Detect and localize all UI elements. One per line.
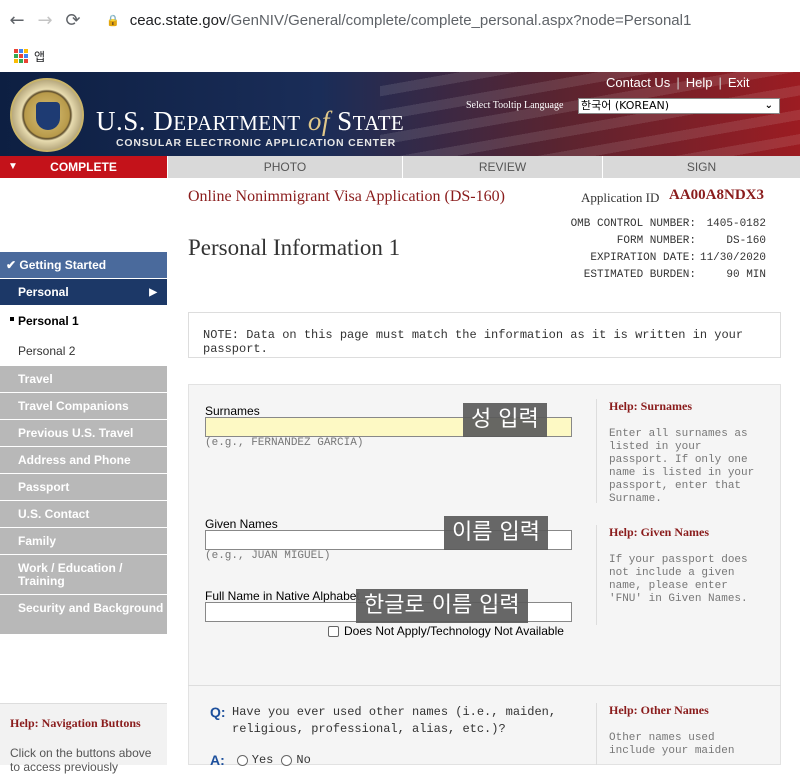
tooltip-language-value: 한국어 (KOREAN) xyxy=(581,99,670,112)
application-id: AA00A8NDX3 xyxy=(669,187,764,203)
bookmarks-bar: 앱 xyxy=(0,40,800,72)
surnames-hint: (e.g., FERNANDEZ GARCIA) xyxy=(205,437,364,449)
tab-review[interactable]: REVIEW xyxy=(403,156,603,178)
nav-personal-2[interactable]: Personal 2 xyxy=(0,336,167,366)
navigation-help-title: Help: Navigation Buttons xyxy=(10,716,141,730)
section-divider xyxy=(188,685,781,686)
given-names-hint: (e.g., JUAN MIGUEL) xyxy=(205,550,331,562)
help-surnames: Help: Surnames Enter all surnames as lis… xyxy=(596,399,766,505)
department-seal-logo xyxy=(10,78,84,152)
question-marker: Q: xyxy=(210,704,226,720)
other-names-answer: A: Yes No xyxy=(210,752,319,768)
tab-sign[interactable]: SIGN xyxy=(603,156,800,178)
answer-marker: A: xyxy=(210,752,225,768)
help-other-names: Help: Other Names Other names used inclu… xyxy=(596,703,766,765)
nav-personal-1[interactable]: Personal 1 xyxy=(0,306,167,336)
site-header: U.S. DEPARTMENT of STATE CONSULAR ELECTR… xyxy=(0,72,800,156)
url-path: /GenNIV/General/complete/complete_person… xyxy=(226,11,692,29)
exit-link[interactable]: Exit xyxy=(728,75,750,90)
nav-getting-started[interactable]: ✔ Getting Started xyxy=(0,252,167,279)
help-given-names: Help: Given Names If your passport does … xyxy=(596,525,766,625)
header-links: Contact Us | Help | Exit xyxy=(606,75,750,90)
page-title: Personal Information 1 xyxy=(188,235,401,260)
native-name-label: Full Name in Native Alphabet xyxy=(205,589,360,603)
reload-icon[interactable]: ⟳ xyxy=(62,10,84,31)
caret-down-icon: ▼ xyxy=(8,161,18,172)
nav-travel: Travel xyxy=(0,366,167,393)
navigation-help-panel: Help: Navigation Buttons Click on the bu… xyxy=(0,703,167,774)
no-radio[interactable] xyxy=(281,754,293,766)
other-names-question: Q: Have you ever used other names (i.e.,… xyxy=(210,704,580,738)
help-link[interactable]: Help xyxy=(686,75,713,90)
checkbox-icon xyxy=(328,625,339,637)
address-bar[interactable]: ceac.state.gov/GenNIV/General/complete/c… xyxy=(130,12,692,29)
tooltip-language-label: Select Tooltip Language xyxy=(466,100,564,111)
nav-passport: Passport xyxy=(0,474,167,501)
navigation-help-text: Click on the buttons above to access pre… xyxy=(10,746,152,774)
contact-us-link[interactable]: Contact Us xyxy=(606,75,670,90)
department-subtitle: CONSULAR ELECTRONIC APPLICATION CENTER xyxy=(116,137,397,149)
question-text: Have you ever used other names (i.e., ma… xyxy=(232,705,557,736)
nav-us-contact: U.S. Contact xyxy=(0,501,167,528)
given-names-overlay-label: 이름 입력 xyxy=(444,516,548,550)
nav-family: Family xyxy=(0,528,167,555)
tab-photo[interactable]: PHOTO xyxy=(168,156,403,178)
url-host: ceac.state.gov xyxy=(129,11,227,29)
does-not-apply-checkbox[interactable]: Does Not Apply/Technology Not Available xyxy=(328,624,564,638)
surnames-label: Surnames xyxy=(205,404,260,418)
left-navigation: ✔ Getting Started Personal ▶ Personal 1 P… xyxy=(0,252,167,635)
given-names-label: Given Names xyxy=(205,517,278,531)
form-title: Online Nonimmigrant Visa Application (DS… xyxy=(188,188,505,205)
apps-bookmark[interactable]: 앱 xyxy=(34,48,45,65)
apps-grid-icon[interactable] xyxy=(14,49,28,63)
tab-complete[interactable]: ▼ COMPLETE xyxy=(0,156,168,178)
passport-note: NOTE: Data on this page must match the i… xyxy=(188,312,781,358)
nav-work-education: Work / Education / Training xyxy=(0,555,167,595)
surnames-overlay-label: 성 입력 xyxy=(463,403,547,437)
nav-personal[interactable]: Personal ▶ xyxy=(0,279,167,306)
back-icon[interactable]: ← xyxy=(6,10,28,31)
omb-info: OMB CONTROL NUMBER: 1405-0182 FORM NUMBER… xyxy=(570,218,766,281)
application-id-label: Application ID xyxy=(581,190,660,205)
department-title: U.S. DEPARTMENT of STATE xyxy=(96,106,405,136)
nav-travel-companions: Travel Companions xyxy=(0,393,167,420)
help-given-text: If your passport does not include a give… xyxy=(609,554,748,605)
chevron-right-icon: ▶ xyxy=(149,287,157,298)
forward-icon[interactable]: → xyxy=(34,10,56,31)
yes-radio[interactable] xyxy=(236,754,248,766)
nav-address-phone: Address and Phone xyxy=(0,447,167,474)
tooltip-language-select[interactable]: 한국어 (KOREAN) ⌄ xyxy=(578,98,780,114)
nav-previous-us-travel: Previous U.S. Travel xyxy=(0,420,167,447)
help-other-text: Other names used include your maiden xyxy=(609,732,735,757)
chevron-down-icon: ⌄ xyxy=(764,100,773,111)
native-name-overlay-label: 한글로 이름 입력 xyxy=(356,589,528,623)
nav-security-background: Security and Background xyxy=(0,595,167,635)
help-surnames-text: Enter all surnames as listed in your pas… xyxy=(609,428,755,505)
browser-toolbar: ← → ⟳ 🔒 ceac.state.gov/GenNIV/General/co… xyxy=(0,0,800,40)
lock-icon[interactable]: 🔒 xyxy=(106,14,120,27)
progress-tabs: ▼ COMPLETE PHOTO REVIEW SIGN xyxy=(0,156,800,178)
checkmark-icon: ✔ xyxy=(6,258,17,272)
